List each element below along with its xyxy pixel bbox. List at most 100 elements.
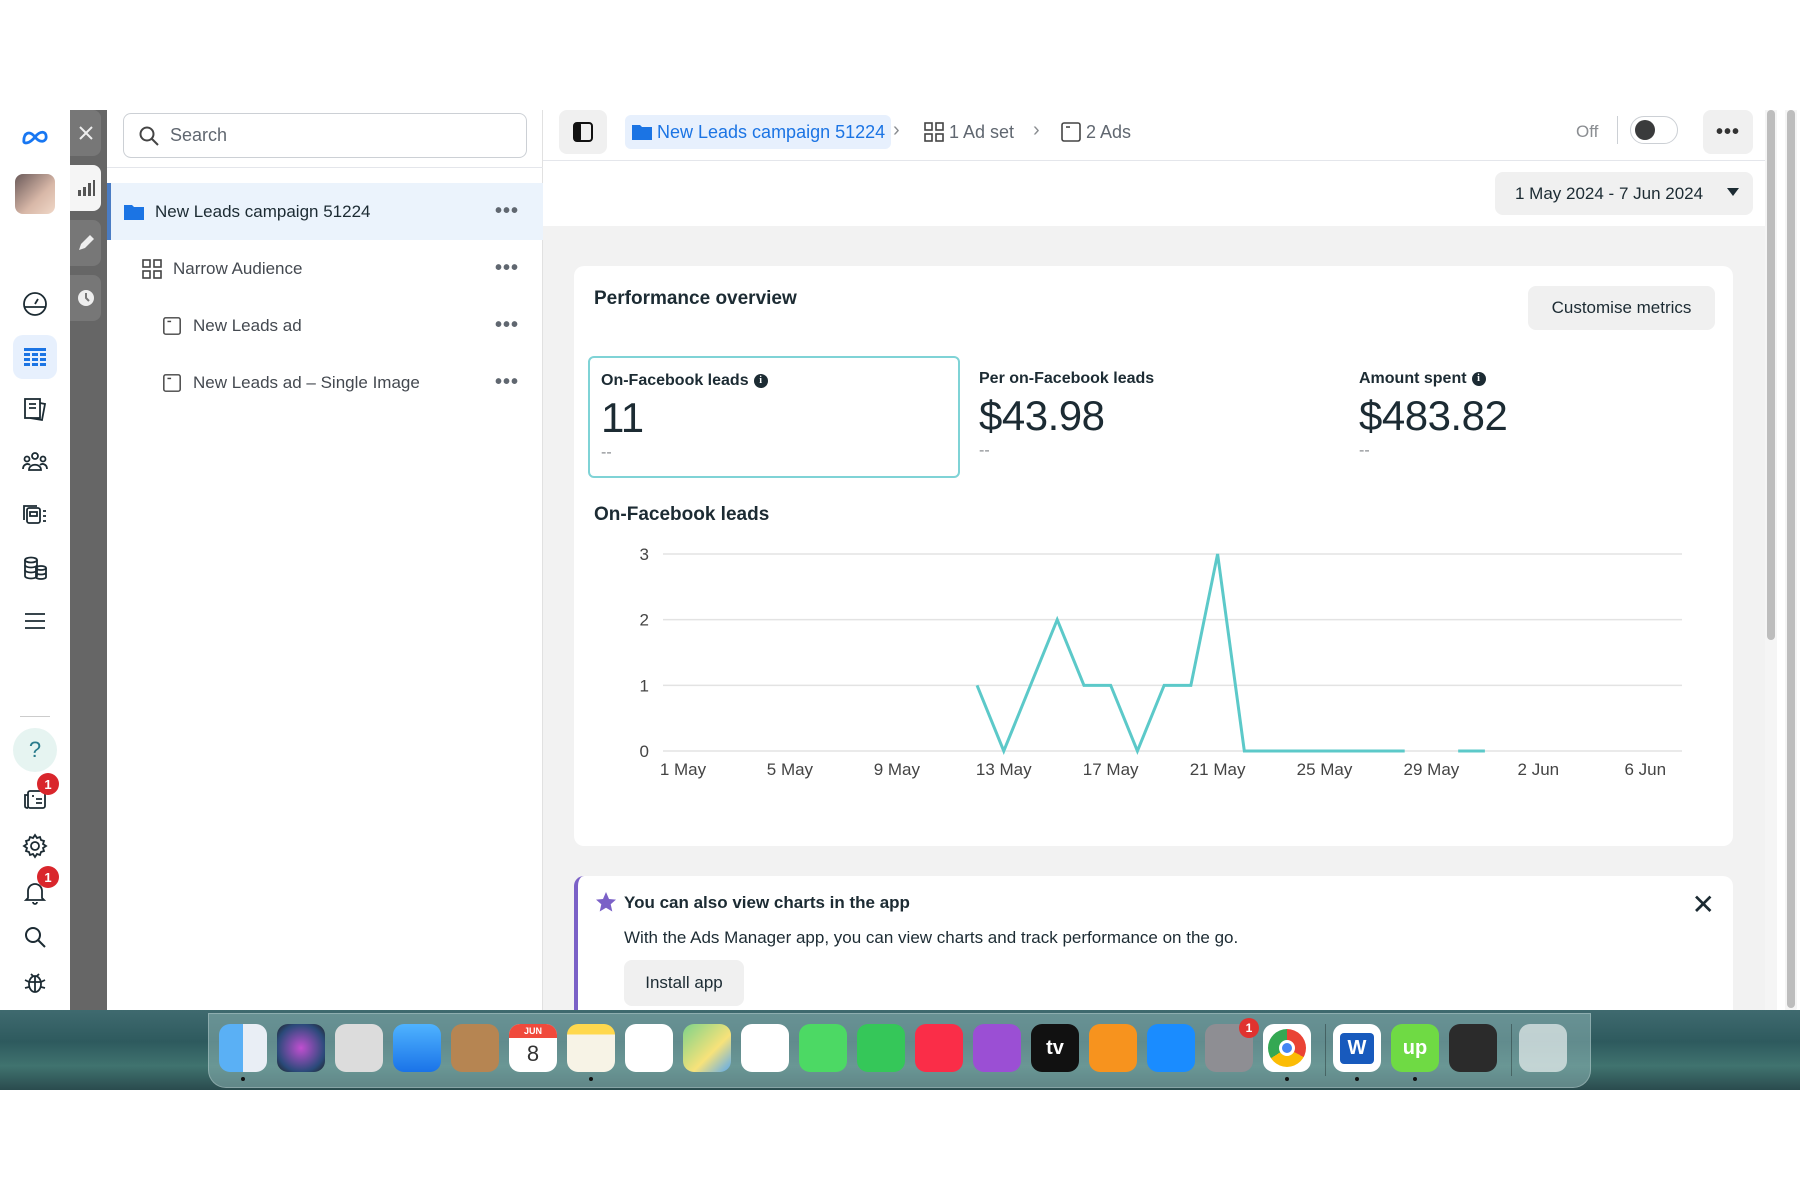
toggle-side-panel-button[interactable] bbox=[559, 110, 607, 154]
breadcrumb-campaign[interactable]: New Leads campaign 51224 bbox=[625, 115, 892, 149]
dock-app-music[interactable] bbox=[915, 1024, 963, 1072]
pages-icon[interactable] bbox=[13, 387, 57, 431]
dock-app-maps[interactable] bbox=[683, 1024, 731, 1072]
close-panel-button[interactable] bbox=[70, 110, 101, 156]
dock-app-mail[interactable] bbox=[393, 1024, 441, 1072]
billing-icon[interactable] bbox=[13, 546, 57, 590]
charts-panel-button[interactable] bbox=[70, 165, 101, 211]
install-app-banner: You can also view charts in the app With… bbox=[574, 876, 1733, 1013]
banner-body: With the Ads Manager app, you can view c… bbox=[624, 928, 1239, 947]
ads-manager-table-icon[interactable] bbox=[13, 335, 57, 379]
ad-set-grid-icon bbox=[141, 258, 163, 280]
notifications-icon[interactable]: 1 bbox=[13, 866, 59, 914]
row-more-button[interactable]: ••• bbox=[495, 257, 519, 280]
news-icon[interactable]: 1 bbox=[13, 773, 59, 821]
tree-search-input[interactable]: Search bbox=[123, 113, 527, 158]
dock-app-books[interactable] bbox=[1089, 1024, 1137, 1072]
dock-app-quicktime[interactable] bbox=[1449, 1024, 1497, 1072]
row-more-button[interactable]: ••• bbox=[495, 371, 519, 394]
row-more-button[interactable]: ••• bbox=[495, 314, 519, 337]
dock-separator bbox=[1511, 1024, 1512, 1076]
dock-app-system-settings[interactable]: 1 bbox=[1205, 1018, 1259, 1072]
tree-row-ad[interactable]: New Leads ad – Single Image ••• bbox=[107, 354, 543, 411]
customise-metrics-button[interactable]: Customise metrics bbox=[1528, 286, 1715, 330]
close-icon bbox=[78, 126, 93, 140]
series-line-segment[interactable] bbox=[975, 553, 1405, 755]
dock-app-trash[interactable] bbox=[1519, 1024, 1567, 1072]
dock-app-app-store[interactable] bbox=[1147, 1024, 1195, 1072]
settings-icon[interactable] bbox=[13, 824, 57, 868]
breadcrumb-ad-sets[interactable]: 1 Ad set bbox=[923, 115, 1014, 149]
main-scrollbar[interactable] bbox=[1765, 110, 1777, 1013]
breadcrumb-ads[interactable]: 2 Ads bbox=[1060, 115, 1131, 149]
tree-row-label: New Leads campaign 51224 bbox=[155, 201, 371, 221]
dock-app-podcasts[interactable] bbox=[973, 1024, 1021, 1072]
tree-row-ad[interactable]: New Leads ad ••• bbox=[107, 297, 543, 354]
global-nav-rail: ? 1 1 bbox=[0, 110, 70, 1013]
dock-app-facetime[interactable] bbox=[857, 1024, 905, 1072]
tree-row-campaign[interactable]: New Leads campaign 51224 ••• bbox=[107, 183, 543, 240]
x-tick-label: 29 May bbox=[1404, 760, 1460, 779]
dock-app-photos[interactable] bbox=[741, 1024, 789, 1072]
dashboard-gauge-icon[interactable] bbox=[13, 282, 57, 326]
install-app-button[interactable]: Install app bbox=[624, 960, 744, 1006]
dock-app-contacts[interactable] bbox=[451, 1024, 499, 1072]
audiences-icon[interactable] bbox=[13, 440, 57, 484]
x-tick-label: 17 May bbox=[1083, 760, 1139, 779]
row-more-button[interactable]: ••• bbox=[495, 200, 519, 223]
chevron-right-icon: › bbox=[1033, 119, 1040, 141]
all-tools-menu-icon[interactable] bbox=[13, 599, 57, 643]
dock-app-finder[interactable] bbox=[219, 1024, 267, 1072]
y-tick-label: 2 bbox=[640, 611, 649, 630]
dock-app-messages[interactable] bbox=[799, 1024, 847, 1072]
caret-down-icon bbox=[1727, 188, 1739, 196]
chevron-right-icon: › bbox=[893, 119, 900, 141]
metric-cost-per-lead[interactable]: Per on-Facebook leads $43.98 -- bbox=[968, 356, 1340, 478]
dock-app-calendar[interactable]: JUN 8 bbox=[509, 1024, 557, 1072]
dock-app-word[interactable]: W bbox=[1333, 1024, 1381, 1072]
info-icon[interactable]: i bbox=[753, 374, 768, 388]
dock-app-launchpad[interactable] bbox=[335, 1024, 383, 1072]
close-banner-button[interactable]: ✕ bbox=[1692, 888, 1715, 921]
meta-logo-icon[interactable] bbox=[13, 115, 57, 159]
dock-app-notes[interactable] bbox=[567, 1024, 615, 1072]
running-indicator bbox=[1413, 1077, 1417, 1081]
x-tick-label: 5 May bbox=[767, 760, 814, 779]
more-options-button[interactable]: ••• bbox=[1703, 110, 1753, 154]
history-panel-button[interactable] bbox=[70, 275, 101, 321]
edit-panel-button[interactable] bbox=[70, 220, 101, 266]
x-tick-label: 25 May bbox=[1297, 760, 1353, 779]
dock-app-chrome[interactable] bbox=[1263, 1024, 1311, 1072]
dock-app-upwork[interactable]: up bbox=[1391, 1024, 1439, 1072]
metric-on-facebook-leads[interactable]: On-Facebook leads i 11 -- bbox=[588, 356, 960, 478]
pencil-icon bbox=[78, 235, 94, 250]
main-content: New Leads campaign 51224 › 1 Ad set › 2 … bbox=[543, 110, 1765, 1013]
account-avatar[interactable] bbox=[13, 172, 57, 216]
ad-icon bbox=[1061, 122, 1081, 142]
performance-overview-card: Performance overview Customise metrics O… bbox=[574, 266, 1733, 846]
folder-icon bbox=[123, 201, 145, 223]
search-icon[interactable] bbox=[13, 915, 57, 959]
campaign-on-off-toggle[interactable] bbox=[1630, 116, 1678, 144]
metric-comparison: -- bbox=[1359, 442, 1370, 459]
info-icon[interactable]: i bbox=[1471, 372, 1486, 386]
tree-row-ad-set[interactable]: Narrow Audience ••• bbox=[107, 240, 543, 297]
metric-amount-spent[interactable]: Amount spent i $483.82 -- bbox=[1348, 356, 1720, 478]
search-icon bbox=[139, 126, 159, 146]
star-icon bbox=[596, 892, 616, 912]
creative-hub-icon[interactable] bbox=[13, 493, 57, 537]
help-icon[interactable]: ? bbox=[13, 728, 57, 772]
tree-row-label: Narrow Audience bbox=[173, 258, 303, 278]
macos-dock: JUN 8 tv 1 Wup bbox=[208, 1013, 1591, 1088]
date-range-picker[interactable]: 1 May 2024 - 7 Jun 2024 bbox=[1495, 172, 1753, 215]
report-bug-icon[interactable] bbox=[13, 960, 57, 1004]
dock-app-siri[interactable] bbox=[277, 1024, 325, 1072]
ad-icon bbox=[161, 315, 183, 337]
metric-value: $483.82 bbox=[1359, 392, 1508, 439]
card-title: Performance overview bbox=[594, 288, 797, 309]
page-scrollbar[interactable] bbox=[1785, 110, 1797, 1013]
dock-app-reminders[interactable] bbox=[625, 1024, 673, 1072]
x-tick-label: 9 May bbox=[874, 760, 921, 779]
dock-app-apple-tv[interactable]: tv bbox=[1031, 1024, 1079, 1072]
running-indicator bbox=[589, 1077, 593, 1081]
